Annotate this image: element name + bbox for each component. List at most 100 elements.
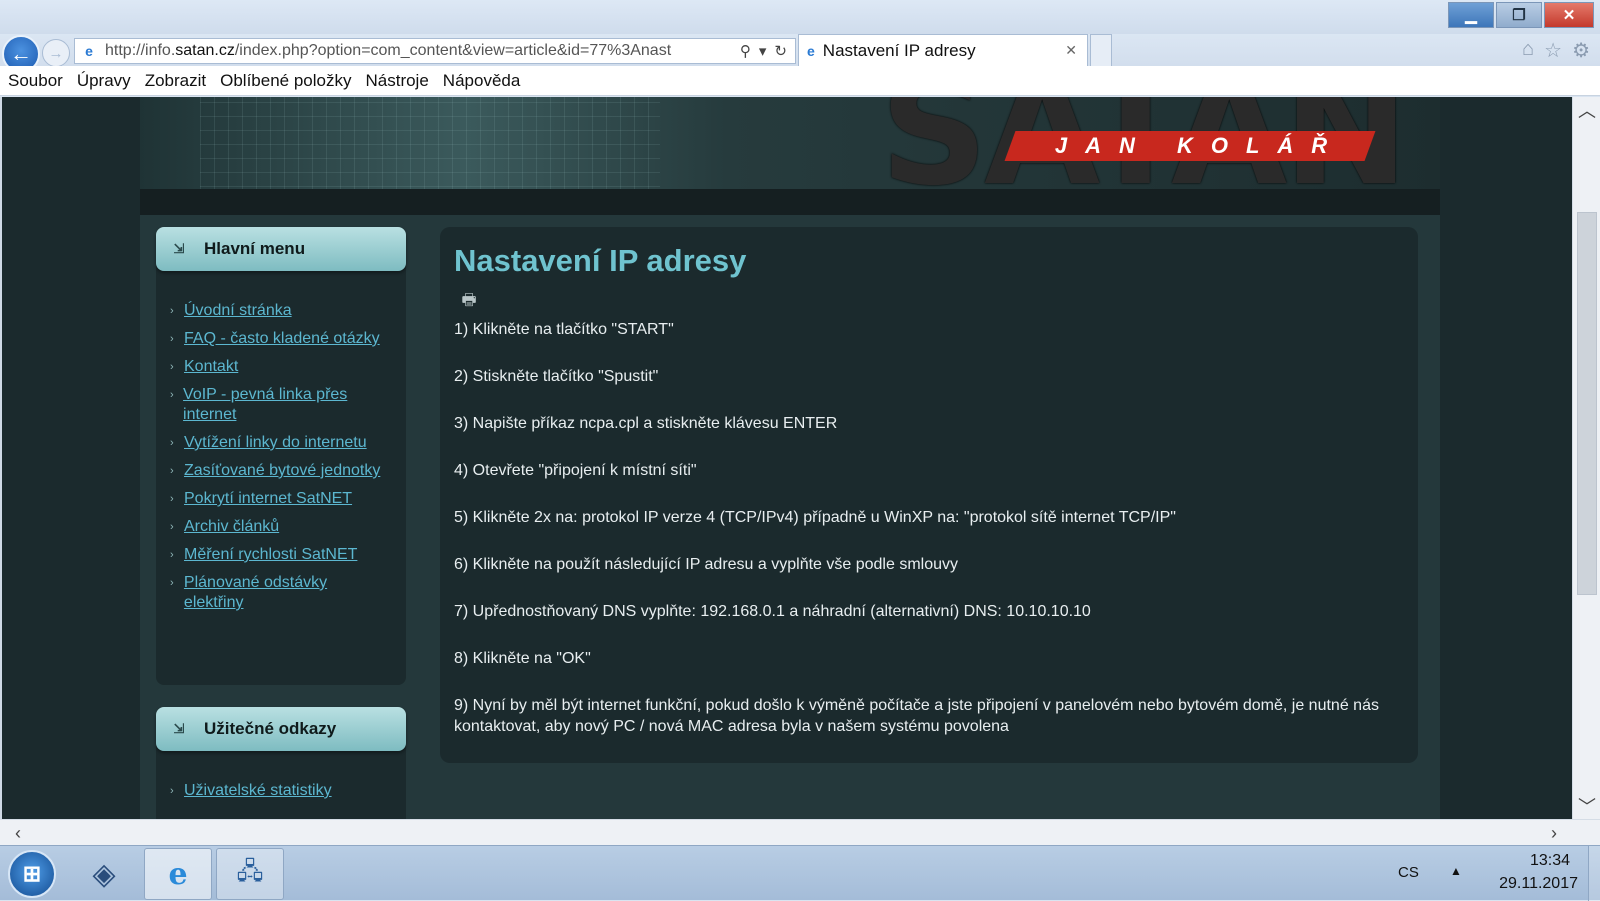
logo-subtitle: JAN KOLÁŘ — [1054, 133, 1346, 158]
menu-napoveda[interactable]: Nápověda — [443, 71, 521, 91]
menu-header-icon: ⇲ — [173, 241, 185, 256]
link-uzivatelske-statistiky[interactable]: Uživatelské statistiky — [184, 781, 332, 801]
arrow-left-icon: ← — [10, 41, 32, 66]
url-text[interactable]: http://info.satan.cz/index.php?option=co… — [105, 42, 732, 60]
bullet-arrow-icon: › — [170, 493, 174, 505]
new-tab-button[interactable] — [1090, 34, 1112, 66]
site-banner: SATAN JAN KOLÁŘ — [140, 97, 1440, 215]
list-item: › Kontakt — [170, 357, 390, 377]
virtualbox-taskbar-icon[interactable]: ◈ — [70, 848, 138, 900]
list-item: › Měření rychlosti SatNET — [170, 545, 390, 565]
close-window-button[interactable]: ✕ — [1544, 2, 1594, 28]
menu-upravy[interactable]: Úpravy — [77, 71, 131, 91]
refresh-icon[interactable]: ↻ — [774, 42, 787, 60]
favorites-star-icon[interactable]: ☆ — [1544, 38, 1562, 63]
menu-bar: Soubor Úpravy Zobrazit Oblíbené položky … — [0, 66, 1600, 96]
search-icon[interactable]: ⚲ — [740, 42, 751, 60]
scroll-down-icon[interactable]: ﹀ — [1573, 793, 1600, 819]
menu-soubor[interactable]: Soubor — [8, 71, 63, 91]
horizontal-scrollbar[interactable]: ‹ › — [0, 819, 1600, 845]
step-text: 2) Stiskněte tlačítko "Spustit" — [454, 368, 659, 385]
show-desktop-button[interactable] — [1588, 846, 1600, 901]
list-item: › Plánované odstávky elektřiny — [170, 573, 390, 613]
useful-links-box: ⇲ Užitečné odkazy › Uživatelské statistik… — [156, 707, 406, 819]
menu-link-zasitovane[interactable]: Zasíťované bytové jednotky — [184, 461, 380, 481]
step-text: 1) Klikněte na tlačítko "START" — [454, 321, 674, 338]
dropdown-icon[interactable]: ▾ — [759, 42, 767, 60]
menu-zobrazit[interactable]: Zobrazit — [145, 71, 206, 91]
navigation-bar: ← → e http://info.satan.cz/index.php?opt… — [0, 34, 1600, 73]
show-hidden-icons-icon[interactable]: ▲ — [1450, 864, 1462, 878]
menu-link-voip[interactable]: VoIP - pevná linka přes internet — [183, 385, 390, 425]
print-icon[interactable]: 🖶 — [458, 292, 480, 311]
address-bar[interactable]: e http://info.satan.cz/index.php?option=… — [74, 38, 796, 64]
links-header-icon: ⇲ — [173, 721, 185, 736]
title-bar: ▁ ❐ ✕ — [0, 0, 1600, 34]
clock-time[interactable]: 13:34 — [1530, 852, 1570, 870]
bullet-arrow-icon: › — [170, 305, 174, 317]
article-box: Nastavení IP adresy 🖶 1) Klikněte na tla… — [440, 227, 1418, 763]
browser-toolbar-icons: ⌂ ☆ ⚙ — [1522, 38, 1590, 63]
scroll-right-icon[interactable]: › — [1540, 820, 1568, 846]
home-icon[interactable]: ⌂ — [1522, 38, 1534, 63]
menu-link-odstavky[interactable]: Plánované odstávky elektřiny — [184, 573, 390, 613]
window-controls: ▁ ❐ ✕ — [1448, 2, 1594, 28]
bullet-arrow-icon: › — [170, 361, 174, 373]
clock-date[interactable]: 29.11.2017 — [1499, 875, 1578, 893]
tab-nastaveni-ip[interactable]: e Nastavení IP adresy ✕ — [798, 34, 1088, 66]
system-tray: CS ▲ 13:34 29.11.2017 — [1380, 846, 1600, 901]
bullet-arrow-icon: › — [170, 785, 174, 797]
close-tab-icon[interactable]: ✕ — [1065, 42, 1077, 59]
tab-title: Nastavení IP adresy — [822, 40, 976, 60]
page-title: Nastavení IP adresy — [454, 243, 747, 278]
step-text: 7) Upřednostňovaný DNS vyplňte: 192.168.… — [454, 603, 1091, 620]
list-item: › FAQ - často kladené otázky — [170, 329, 390, 349]
bullet-arrow-icon: › — [170, 521, 174, 533]
step-text: 3) Napište příkaz ncpa.cpl a stiskněte k… — [454, 415, 838, 432]
settings-gear-icon[interactable]: ⚙ — [1572, 38, 1590, 63]
scroll-left-icon[interactable]: ‹ — [4, 820, 32, 846]
site-logo[interactable]: SATAN JAN KOLÁŘ — [880, 97, 1409, 207]
site-favicon-icon: e — [85, 43, 93, 59]
menu-oblibene[interactable]: Oblíbené položky — [220, 71, 351, 91]
windows-logo-icon: ⊞ — [22, 861, 42, 886]
internet-explorer-taskbar-icon[interactable]: e — [144, 848, 212, 900]
menu-link-faq[interactable]: FAQ - často kladené otázky — [184, 329, 380, 349]
vertical-scrollbar[interactable]: ︿ ﹀ — [1572, 97, 1600, 819]
arrow-right-icon: → — [48, 44, 64, 62]
page-viewport: SATAN JAN KOLÁŘ ⇲ Hlavní menu › Úvodní st… — [0, 97, 1572, 819]
main-menu-list: › Úvodní stránka › FAQ - často kladené otá… — [170, 301, 390, 621]
list-item: › Úvodní stránka — [170, 301, 390, 321]
step-text: 5) Klikněte 2x na: protokol IP verze 4 (… — [454, 509, 1176, 526]
bullet-arrow-icon: › — [170, 437, 174, 449]
step-text: 6) Klikněte na použít následující IP adr… — [454, 556, 958, 573]
menu-link-pokryti[interactable]: Pokrytí internet SatNET — [184, 489, 352, 509]
list-item: › Archiv článků — [170, 517, 390, 537]
menu-link-uvodni[interactable]: Úvodní stránka — [184, 301, 292, 321]
start-button[interactable]: ⊞ — [8, 850, 56, 898]
bullet-arrow-icon: › — [170, 333, 174, 345]
menu-link-kontakt[interactable]: Kontakt — [184, 357, 238, 377]
menu-link-mereni[interactable]: Měření rychlosti SatNET — [184, 545, 357, 565]
menu-link-archiv[interactable]: Archiv článků — [184, 517, 279, 537]
step-text: 4) Otevřete "připojení k místní síti" — [454, 462, 697, 479]
language-indicator[interactable]: CS — [1398, 864, 1419, 881]
list-item: › Vytížení linky do internetu — [170, 433, 390, 453]
useful-links-header: ⇲ Užitečné odkazy — [156, 707, 406, 751]
scroll-up-icon[interactable]: ︿ — [1573, 97, 1600, 123]
bullet-arrow-icon: › — [170, 389, 174, 401]
list-item: › Zasíťované bytové jednotky — [170, 461, 390, 481]
menu-link-vytizeni[interactable]: Vytížení linky do internetu — [184, 433, 367, 453]
menu-nastroje[interactable]: Nástroje — [365, 71, 428, 91]
restore-button[interactable]: ❐ — [1496, 2, 1542, 28]
forward-button[interactable]: → — [42, 39, 70, 67]
site-container: SATAN JAN KOLÁŘ ⇲ Hlavní menu › Úvodní st… — [140, 97, 1440, 819]
minimize-button[interactable]: ▁ — [1448, 2, 1494, 28]
main-menu-box: ⇲ Hlavní menu › Úvodní stránka › FAQ - čas… — [156, 227, 406, 685]
network-connections-taskbar-icon[interactable]: 🖧 — [216, 848, 284, 900]
step-text: 9) Nyní by měl být internet funkční, pok… — [454, 697, 1379, 735]
list-item: › VoIP - pevná linka přes internet — [170, 385, 390, 425]
article-steps: 1) Klikněte na tlačítko "START" 2) Stisk… — [454, 319, 1404, 737]
bullet-arrow-icon: › — [170, 465, 174, 477]
scroll-thumb[interactable] — [1577, 212, 1597, 595]
